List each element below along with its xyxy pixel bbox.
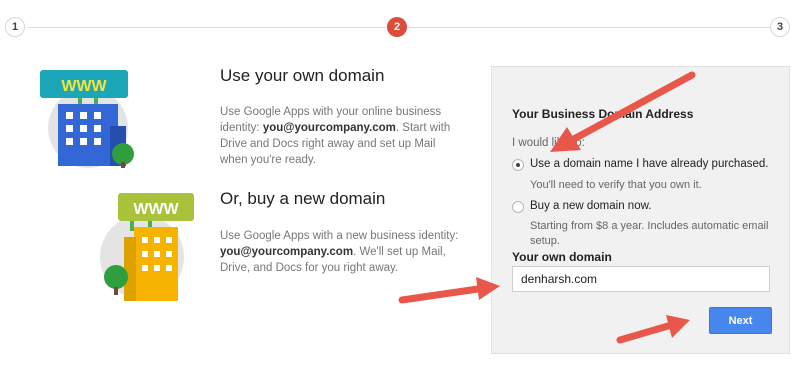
next-button[interactable]: Next: [709, 307, 772, 334]
stepper-line-left: [28, 27, 386, 28]
option-buy-domain-title: Or, buy a new domain: [220, 189, 386, 208]
yellow-building-illustration: WWW: [100, 193, 194, 301]
step-1: 1: [5, 17, 25, 37]
option-own-domain-email: you@yourcompany.com: [262, 122, 396, 134]
option-own-domain-desc: Use Google Apps with your online busines…: [220, 104, 460, 168]
step-3: 3: [770, 17, 790, 37]
blue-building-illustration: WWW: [40, 70, 134, 168]
radio-buy-new-domain[interactable]: [512, 201, 524, 213]
domain-input[interactable]: [512, 266, 770, 292]
option-buy-domain-desc-line1: Use Google Apps with a new business iden…: [220, 230, 459, 242]
option-buy-domain-email: you@yourcompany.com: [220, 246, 354, 258]
domain-field-label: Your own domain: [512, 250, 612, 264]
arrow-to-domain-input: [398, 285, 482, 304]
form-title: Your Business Domain Address: [512, 107, 694, 121]
option-own-domain-title: Use your own domain: [220, 66, 385, 85]
step-2: 2: [387, 17, 407, 37]
radio-buy-new-domain-label[interactable]: Buy a new domain now.: [530, 200, 651, 212]
radio-already-purchased-hint: You'll need to verify that you own it.: [530, 179, 702, 191]
www-sign-text: WWW: [61, 78, 107, 95]
domain-form-panel: Your Business Domain Address I would lik…: [491, 66, 790, 354]
radio-already-purchased[interactable]: [512, 159, 524, 171]
radio-buy-new-domain-hint: Starting from $8 a year. Includes automa…: [530, 220, 769, 247]
radio-already-purchased-label[interactable]: Use a domain name I have already purchas…: [530, 158, 768, 170]
www-sign-text: WWW: [133, 201, 179, 218]
form-lead: I would like to:: [512, 137, 585, 149]
option-buy-domain-desc: Use Google Apps with a new business iden…: [220, 228, 460, 276]
stepper-line-right: [408, 27, 770, 28]
